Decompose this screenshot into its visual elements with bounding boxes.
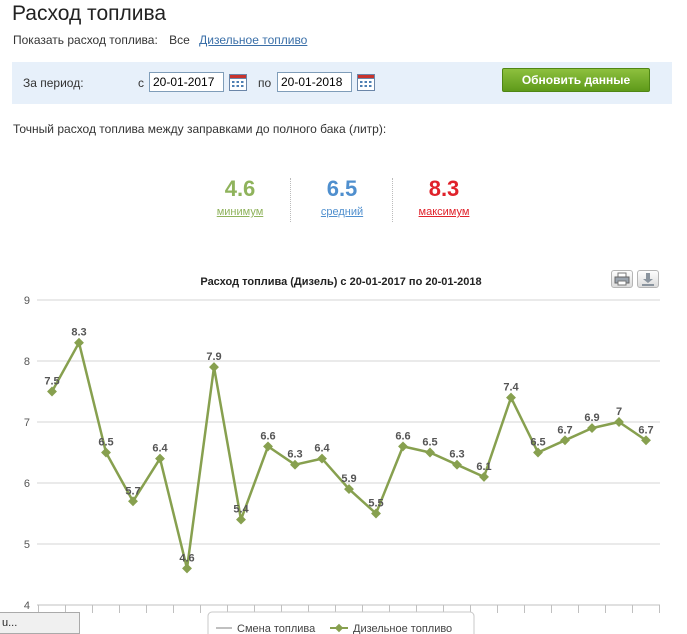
data-point [425, 447, 435, 458]
chart-print-button[interactable] [611, 270, 633, 288]
data-label: 7 [616, 406, 622, 418]
chart-title: Расход топлива (Дизель) с 20-01-2017 по … [200, 276, 481, 288]
legend-label-fuel-change: Смена топлива [237, 623, 316, 634]
data-label: 4.6 [179, 552, 194, 564]
data-point [479, 471, 489, 482]
data-label: 6.5 [98, 437, 113, 449]
data-label: 5.7 [125, 485, 140, 497]
data-label: 6.3 [287, 449, 302, 461]
data-point [182, 563, 192, 574]
chart-export-button[interactable] [637, 270, 659, 288]
data-label: 6.4 [314, 443, 330, 455]
data-label: 6.1 [476, 461, 491, 473]
data-point [236, 514, 246, 525]
data-label: 7.9 [206, 351, 221, 363]
data-point [101, 447, 111, 458]
y-tick-label: 4 [24, 600, 30, 612]
data-label: 6.5 [530, 437, 545, 449]
series-line-diesel [50, 341, 647, 570]
data-point [47, 386, 57, 397]
data-label: 6.3 [449, 449, 464, 461]
data-label: 6.7 [638, 424, 653, 436]
data-label: 6.6 [260, 430, 275, 442]
data-point [506, 392, 516, 403]
data-point [398, 441, 408, 452]
y-tick-label: 5 [24, 539, 30, 551]
download-icon [642, 273, 654, 286]
data-point [560, 435, 570, 446]
data-point [452, 459, 462, 470]
data-label: 7.5 [44, 376, 59, 388]
data-point [533, 447, 543, 458]
status-strip: u... [0, 612, 80, 634]
y-tick-label: 9 [24, 295, 30, 307]
data-label: 6.6 [395, 430, 410, 442]
data-label: 5.5 [368, 498, 383, 510]
legend-label-diesel: Дизельное топливо [353, 623, 452, 634]
data-label: 6.7 [557, 424, 572, 436]
data-point [74, 337, 84, 348]
data-label: 6.4 [152, 443, 168, 455]
y-tick-label: 6 [24, 478, 30, 490]
y-tick-label: 7 [24, 417, 30, 429]
y-tick-label: 8 [24, 356, 30, 368]
data-label: 6.5 [422, 437, 437, 449]
print-icon [614, 272, 630, 286]
data-point [587, 423, 597, 434]
fuel-chart: Расход топлива (Дизель) с 20-01-2017 по … [24, 276, 660, 634]
data-label: 7.4 [503, 382, 519, 394]
data-label: 5.4 [233, 504, 249, 516]
data-label: 5.9 [341, 473, 356, 485]
data-label: 6.9 [584, 412, 599, 424]
data-label: 8.3 [71, 327, 86, 339]
data-point [209, 362, 219, 373]
